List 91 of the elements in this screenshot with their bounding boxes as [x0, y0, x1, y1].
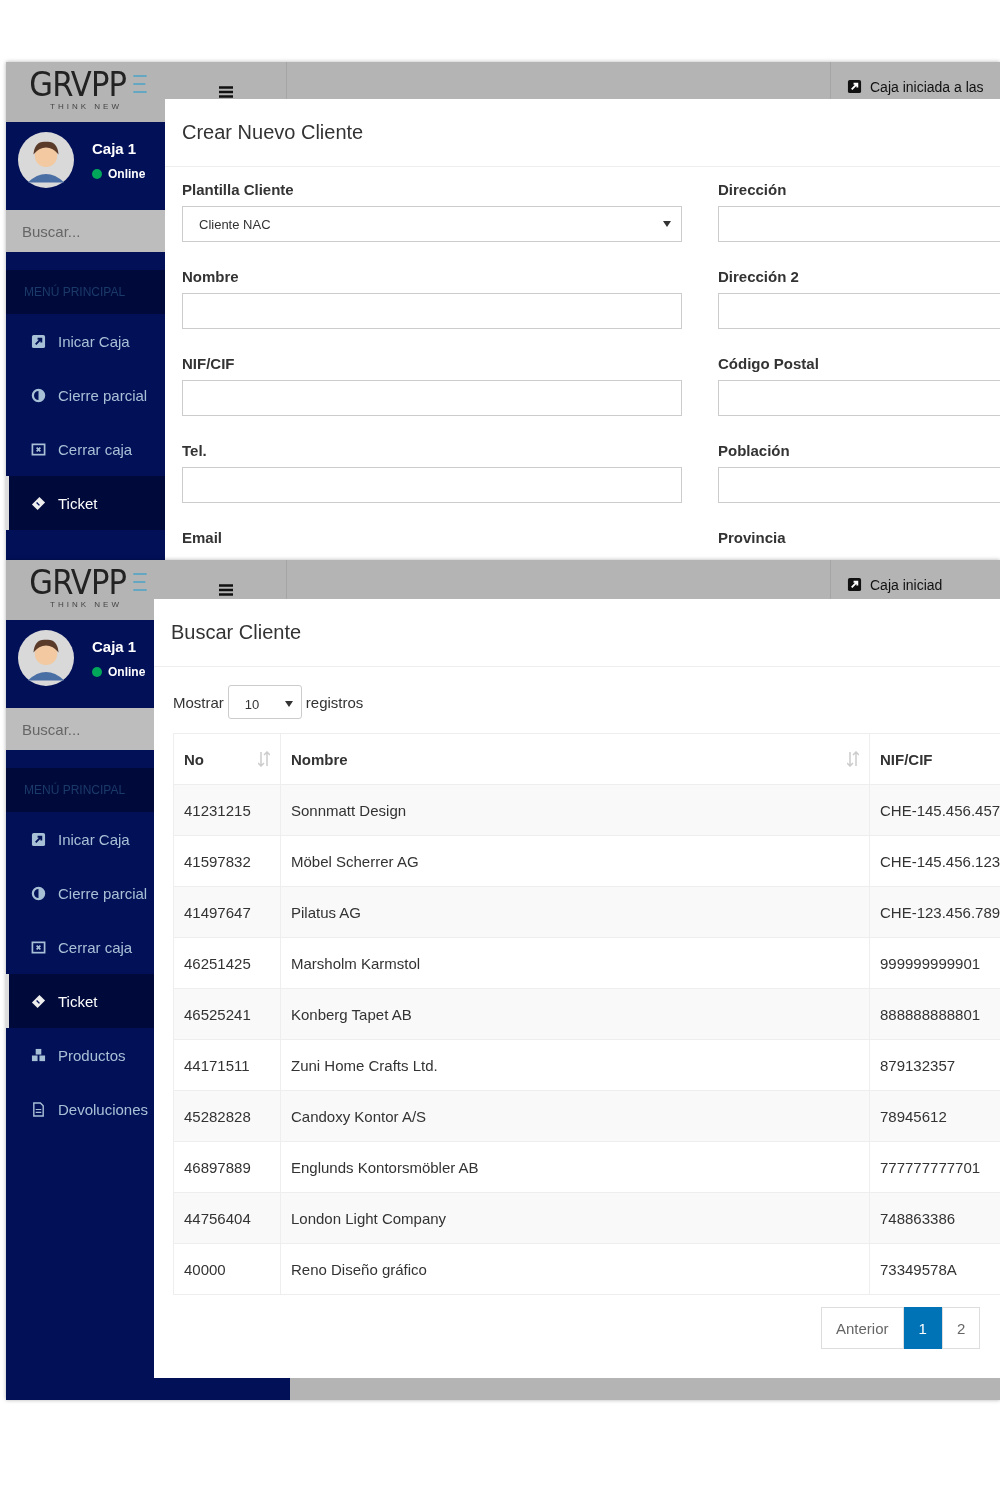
session-status: Caja iniciada a las	[870, 79, 984, 95]
search-field[interactable]: Buscar...	[6, 210, 165, 252]
sort-icon	[847, 751, 859, 767]
table-cell: 44756404	[173, 1192, 281, 1244]
avatar-icon	[18, 132, 74, 188]
table-cell: 46525241	[173, 988, 281, 1040]
cubes-icon	[31, 1047, 46, 1063]
column-header[interactable]: No	[173, 733, 281, 785]
table-cell: 46897889	[173, 1141, 281, 1193]
field-label: Dirección	[718, 181, 788, 198]
field-label: Provincia	[718, 529, 787, 546]
session-status: Caja iniciad	[870, 577, 943, 593]
table-cell: Englunds Kontorsmöbler AB	[280, 1141, 870, 1193]
menu-item[interactable]: Cierre parcial	[6, 866, 154, 920]
modal-title: Buscar Cliente	[154, 599, 1000, 667]
arrow-square-icon	[847, 79, 862, 94]
column-header[interactable]: Nombre	[280, 733, 870, 785]
table-cell: 44171511	[173, 1039, 281, 1091]
document-icon	[31, 1101, 46, 1117]
half-circle-icon	[31, 387, 46, 403]
column-header[interactable]: NIF/CIF	[869, 733, 1000, 785]
user-name: Caja 1	[92, 139, 138, 157]
field-label: Tel.	[182, 442, 208, 459]
ticket-icon	[31, 993, 46, 1009]
field-label: NIF/CIF	[182, 355, 236, 372]
arrow-square-icon	[31, 831, 46, 847]
table-cell: 78945612	[869, 1090, 1000, 1142]
menu-icon[interactable]	[219, 86, 233, 98]
table-cell: London Light Company	[280, 1192, 870, 1244]
table-cell: CHE-145.456.457	[869, 784, 1000, 836]
avatar-icon	[18, 630, 74, 686]
field-label: Nombre	[182, 268, 240, 285]
field-label: Dirección 2	[718, 268, 800, 285]
search-field[interactable]: Buscar...	[6, 708, 154, 750]
half-circle-icon	[31, 885, 46, 901]
menu-item[interactable]: Ticket	[6, 974, 154, 1028]
table-cell: 888888888801	[869, 988, 1000, 1040]
field-label: Plantilla Cliente	[182, 181, 295, 198]
field-label: Población	[718, 442, 791, 459]
field-label: Email	[182, 529, 224, 546]
table-cell: Candoxy Kontor A/S	[280, 1090, 870, 1142]
online-dot-icon	[92, 666, 102, 677]
arrow-square-icon	[847, 577, 862, 592]
input-field[interactable]	[182, 467, 682, 503]
table-cell: Marsholm Karmstol	[280, 937, 870, 989]
ticket-icon	[31, 495, 46, 511]
table-cell: Sonnmatt Design	[280, 784, 870, 836]
table-cell: 41231215	[173, 784, 281, 836]
table-cell: Möbel Scherrer AG	[280, 835, 870, 887]
online-dot-icon	[92, 168, 102, 179]
user-status: Online	[108, 664, 146, 679]
caret-icon	[284, 701, 293, 707]
input-field[interactable]	[182, 380, 682, 416]
records-label: registros	[305, 693, 364, 711]
user-name: Caja 1	[92, 637, 138, 655]
table-cell: Pilatus AG	[280, 886, 870, 938]
x-box-icon	[31, 939, 46, 955]
menu-item[interactable]: Cerrar caja	[6, 920, 154, 974]
caret-icon	[663, 221, 671, 227]
table-cell: 41497647	[173, 886, 281, 938]
table-cell: 46251425	[173, 937, 281, 989]
table-cell: 45282828	[173, 1090, 281, 1142]
logo: GRVPP THINK NEW	[6, 62, 166, 122]
menu-item[interactable]: Devoluciones	[6, 1082, 154, 1136]
sort-icon	[258, 751, 270, 767]
table-cell: Konberg Tapet AB	[280, 988, 870, 1040]
input-field[interactable]	[182, 293, 682, 329]
table-cell: 40000	[173, 1243, 281, 1295]
menu-icon[interactable]	[219, 584, 233, 596]
modal-title: Crear Nuevo Cliente	[165, 99, 1000, 167]
page-size-dropdown[interactable]: 10	[227, 685, 302, 719]
field-label: Código Postal	[718, 355, 820, 372]
arrow-square-icon	[31, 333, 46, 349]
pagination-button[interactable]: 1	[903, 1307, 942, 1349]
table-cell: 41597832	[173, 835, 281, 887]
table-cell: 748863386	[869, 1192, 1000, 1244]
pagination-button[interactable]: 2	[941, 1307, 981, 1349]
pagination-button[interactable]: Anterior	[821, 1307, 904, 1349]
menu-item[interactable]: Cerrar caja	[6, 422, 165, 476]
menu-item[interactable]: Cierre parcial	[6, 368, 165, 422]
menu-item[interactable]: Productos	[6, 1028, 154, 1082]
x-box-icon	[31, 441, 46, 457]
show-label: Mostrar	[173, 693, 224, 711]
table-cell: CHE-123.456.789	[869, 886, 1000, 938]
table-cell: Zuni Home Crafts Ltd.	[280, 1039, 870, 1091]
user-status: Online	[108, 166, 146, 181]
menu-item[interactable]: Inicar Caja	[6, 314, 165, 368]
menu-item[interactable]: Inicar Caja	[6, 812, 154, 866]
menu-item[interactable]: Ticket	[6, 476, 165, 530]
table-cell: Reno Diseño gráfico	[280, 1243, 870, 1295]
template-dropdown[interactable]: Cliente NAC	[182, 206, 682, 242]
